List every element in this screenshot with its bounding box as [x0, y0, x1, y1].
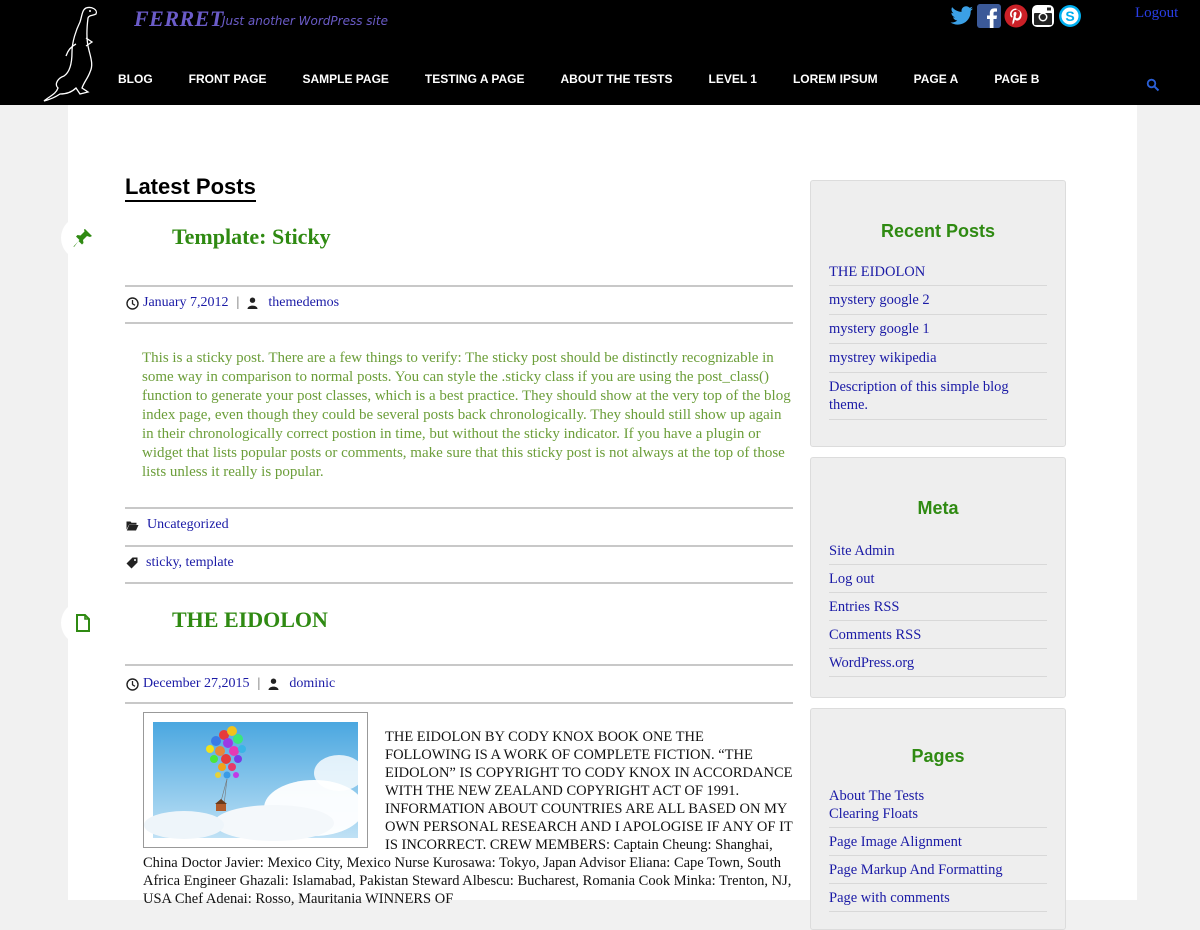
user-icon	[268, 678, 279, 690]
divider	[125, 507, 793, 509]
meta-separator: |	[257, 676, 261, 691]
tags-link[interactable]: sticky, template	[146, 555, 234, 571]
meta-separator: |	[236, 295, 240, 310]
page-link[interactable]: Page Image Alignment	[829, 834, 962, 850]
page-link[interactable]: Page with comments	[829, 890, 950, 906]
clock-icon	[126, 677, 139, 691]
recent-post-link[interactable]: Description of this simple blog theme.	[829, 379, 1009, 413]
user-icon	[247, 297, 258, 309]
widget-title: Meta	[917, 498, 959, 518]
page-title: Latest Posts	[125, 174, 256, 202]
divider	[125, 702, 793, 704]
balloon-house-image	[144, 722, 364, 841]
post-thumbnail[interactable]	[143, 712, 368, 848]
comments-rss-link[interactable]: Comments RSS	[829, 627, 921, 643]
post-title[interactable]: Template: Sticky	[172, 224, 331, 250]
pushpin-icon	[61, 216, 105, 260]
divider	[125, 545, 793, 547]
logout-link[interactable]: Logout	[1135, 5, 1178, 22]
divider	[125, 664, 793, 666]
svg-text:S: S	[1065, 8, 1074, 24]
entries-rss-link[interactable]: Entries RSS	[829, 599, 900, 615]
site-title[interactable]: FERRET	[134, 6, 224, 32]
nav-item-about-the-tests[interactable]: ABOUT THE TESTS	[542, 70, 690, 88]
meta-widget: Meta Site Admin Log out Entries RSS Comm…	[810, 457, 1066, 698]
nav-item-page-a[interactable]: PAGE A	[896, 70, 977, 88]
social-links: S	[950, 4, 1082, 32]
post-author-link[interactable]: dominic	[289, 676, 335, 692]
facebook-icon[interactable]	[977, 4, 1001, 28]
instagram-icon[interactable]	[1031, 4, 1055, 28]
post-date-link[interactable]: January 7,2012	[143, 295, 229, 311]
nav-item-lorem-ipsum[interactable]: LOREM IPSUM	[775, 70, 896, 88]
widget-title: Pages	[911, 746, 965, 766]
meta-list: Site Admin Log out Entries RSS Comments …	[811, 537, 1065, 677]
post-meta: December 27,2015 | dominic	[126, 676, 335, 692]
post-date-link[interactable]: December 27,2015	[143, 676, 250, 692]
nav-item-page-b[interactable]: PAGE B	[976, 70, 1057, 88]
twitter-icon[interactable]	[950, 4, 974, 28]
recent-post-link[interactable]: THE EIDOLON	[829, 264, 925, 280]
recent-posts-widget: Recent Posts THE EIDOLON mystery google …	[810, 180, 1066, 447]
page-link[interactable]: Page Markup And Formatting	[829, 862, 1003, 878]
ferret-logo[interactable]	[42, 2, 102, 102]
recent-post-link[interactable]: mystery google 1	[829, 321, 930, 337]
post-title[interactable]: THE EIDOLON	[172, 607, 328, 633]
recent-post-link[interactable]: mystrey wikipedia	[829, 350, 937, 366]
divider	[125, 322, 793, 324]
document-icon	[61, 601, 105, 645]
pinterest-icon[interactable]	[1004, 4, 1028, 28]
category-link[interactable]: Uncategorized	[147, 517, 229, 533]
nav-item-blog[interactable]: BLOG	[100, 70, 171, 88]
nav-item-sample-page[interactable]: SAMPLE PAGE	[284, 70, 406, 88]
page-link[interactable]: Clearing Floats	[829, 806, 918, 822]
recent-post-link[interactable]: mystery google 2	[829, 292, 930, 308]
log-out-link[interactable]: Log out	[829, 571, 875, 587]
site-admin-link[interactable]: Site Admin	[829, 543, 895, 559]
main-navigation: BLOG FRONT PAGE SAMPLE PAGE TESTING A PA…	[100, 70, 1057, 88]
clock-icon	[126, 296, 139, 310]
search-icon[interactable]	[1146, 78, 1160, 92]
tag-icon	[126, 557, 138, 569]
divider	[125, 285, 793, 287]
post-excerpt: This is a sticky post. There are a few t…	[142, 350, 791, 480]
page-link[interactable]: About The Tests	[829, 788, 924, 804]
nav-item-testing-a-page[interactable]: TESTING A PAGE	[407, 70, 543, 88]
nav-item-level-1[interactable]: LEVEL 1	[691, 70, 775, 88]
skype-icon[interactable]: S	[1058, 4, 1082, 28]
pages-list: About The Tests Clearing Floats Page Imag…	[811, 787, 1065, 912]
post-author-link[interactable]: themedemos	[268, 295, 339, 311]
widget-title: Recent Posts	[880, 221, 996, 241]
nav-item-front-page[interactable]: FRONT PAGE	[171, 70, 285, 88]
folder-open-icon	[126, 521, 139, 530]
post-categories: Uncategorized	[126, 517, 229, 533]
pages-widget: Pages About The Tests Clearing Floats Pag…	[810, 708, 1066, 930]
post-tags: sticky, template	[126, 555, 234, 571]
recent-posts-list: THE EIDOLON mystery google 2 mystery goo…	[811, 258, 1065, 420]
site-header: FERRET Just another WordPress site S Log…	[0, 0, 1200, 105]
divider	[125, 582, 793, 584]
wordpress-org-link[interactable]: WordPress.org	[829, 655, 914, 671]
site-tagline: Just another WordPress site	[222, 14, 388, 28]
post-meta: January 7,2012 | themedemos	[126, 295, 339, 311]
